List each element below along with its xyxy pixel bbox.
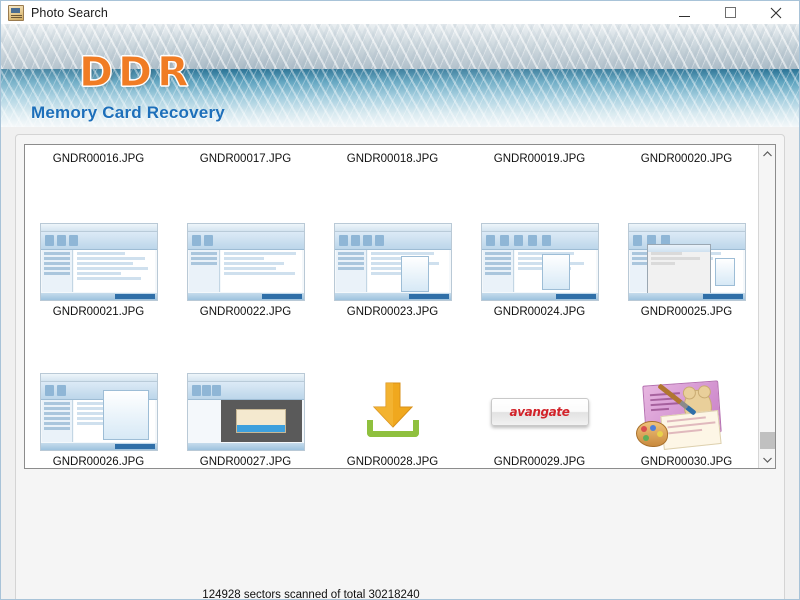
thumbnail-caption: GNDR00017.JPG — [199, 153, 292, 165]
photo-file-icon — [8, 4, 24, 21]
thumbnail-caption: GNDR00021.JPG — [52, 306, 145, 318]
thumbnail-caption: GNDR00018.JPG — [346, 153, 439, 165]
thumbnail-image: avangate — [480, 373, 599, 451]
minimize-icon[interactable] — [661, 1, 707, 24]
thumbnail-image — [39, 373, 158, 451]
thumbnail-image — [627, 223, 746, 301]
header-banner: DDR Memory Card Recovery — [1, 24, 799, 127]
thumbnail-cell[interactable]: GNDR00028.JPG — [319, 320, 466, 468]
thumbnail-cell[interactable]: GNDR00025.JPG — [613, 170, 760, 320]
thumbnail-cell[interactable]: GNDR00026.JPG — [25, 320, 172, 468]
thumbnail-row: GNDR00026.JPG GNDR00027.JPG GNDR00028.JP… — [25, 320, 760, 468]
download-icon — [334, 373, 452, 451]
thumbnail-caption: GNDR00024.JPG — [493, 306, 586, 318]
thumbnail-image — [480, 223, 599, 301]
thumbnail-caption: GNDR00028.JPG — [346, 456, 439, 468]
thumbnail-cell[interactable]: GNDR00030.JPG — [613, 320, 760, 468]
application-window: Photo Search DDR Memory Card Recovery GN… — [0, 0, 800, 600]
thumbnail-image — [39, 223, 158, 301]
thumbnail-cell[interactable]: GNDR00023.JPG — [319, 170, 466, 320]
thumbnail-caption: GNDR00026.JPG — [52, 456, 145, 468]
window-title: Photo Search — [31, 5, 108, 20]
thumbnail-grid: GNDR00016.JPG GNDR00017.JPG GNDR00018.JP… — [25, 145, 760, 468]
thumbnail-caption: GNDR00023.JPG — [346, 306, 439, 318]
thumbnail-caption: GNDR00022.JPG — [199, 306, 292, 318]
thumbnail-cell[interactable]: avangate GNDR00029.JPG — [466, 320, 613, 468]
thumbnail-row: GNDR00016.JPG GNDR00017.JPG GNDR00018.JP… — [25, 145, 760, 170]
scrollbar-thumb[interactable] — [760, 432, 775, 449]
thumbnail-cell[interactable]: GNDR00027.JPG — [172, 320, 319, 468]
thumbnail-list[interactable]: GNDR00016.JPG GNDR00017.JPG GNDR00018.JP… — [24, 144, 776, 469]
avangate-logo-text: avangate — [509, 405, 570, 419]
chevron-up-icon[interactable] — [759, 145, 775, 162]
thumbnail-image — [186, 373, 305, 451]
thumbnail-image — [186, 223, 305, 301]
thumbnail-cell[interactable]: GNDR00022.JPG — [172, 170, 319, 320]
thumbnail-row: GNDR00021.JPG GNDR00022.JPG GNDR00023.JP… — [25, 170, 760, 320]
close-icon[interactable] — [753, 1, 799, 24]
thumbnail-image — [333, 373, 452, 451]
avangate-logo: avangate — [490, 398, 589, 426]
thumbnail-caption: GNDR00027.JPG — [199, 456, 292, 468]
thumbnail-caption: GNDR00030.JPG — [640, 456, 733, 468]
main-body: GNDR00016.JPG GNDR00017.JPG GNDR00018.JP… — [1, 127, 799, 599]
thumbnail-cell[interactable]: GNDR00021.JPG — [25, 170, 172, 320]
thumbnail-caption: GNDR00025.JPG — [640, 306, 733, 318]
window-controls — [661, 1, 799, 24]
module-title: Memory Card Recovery — [31, 103, 225, 122]
thumbnail-image — [627, 373, 746, 451]
thumbnail-image — [333, 223, 452, 301]
thumbnail-caption: GNDR00019.JPG — [493, 153, 586, 165]
thumbnail-caption: GNDR00029.JPG — [493, 456, 586, 468]
sectors-scanned-label: 124928 sectors scanned of total 30218240 — [202, 589, 420, 600]
maximize-icon[interactable] — [707, 1, 753, 24]
thumbnail-scrollbar[interactable] — [758, 145, 775, 468]
thumbnail-caption: GNDR00020.JPG — [640, 153, 733, 165]
ddr-logo: DDR — [79, 48, 194, 96]
chevron-down-icon[interactable] — [759, 451, 775, 468]
thumbnail-cell[interactable]: GNDR00024.JPG — [466, 170, 613, 320]
greeting-card-image — [628, 373, 746, 451]
thumbnail-caption: GNDR00016.JPG — [52, 153, 145, 165]
title-bar: Photo Search — [1, 1, 799, 25]
